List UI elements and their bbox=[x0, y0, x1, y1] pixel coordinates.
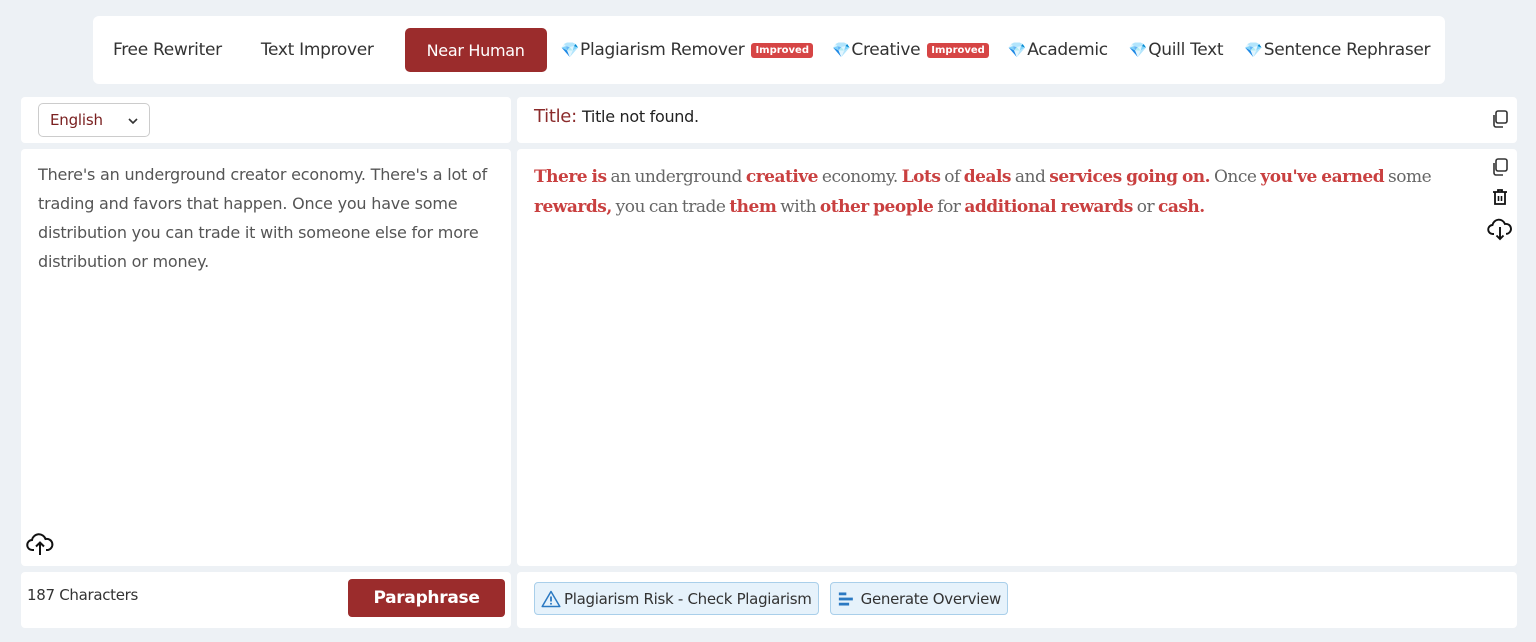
generate-overview-button[interactable]: Generate Overview bbox=[830, 582, 1008, 615]
improved-badge: Improved bbox=[927, 42, 989, 58]
chevron-down-icon bbox=[128, 118, 138, 125]
tab-quill-text[interactable]: 💎 Quill Text bbox=[1129, 40, 1224, 60]
copy-icon[interactable] bbox=[1490, 109, 1510, 129]
unchanged-phrase: and bbox=[1011, 167, 1050, 187]
copy-icon[interactable] bbox=[1490, 157, 1510, 177]
changed-phrase[interactable]: other people bbox=[820, 197, 934, 217]
language-value: English bbox=[50, 111, 103, 129]
unchanged-phrase: for bbox=[933, 197, 965, 217]
changed-phrase[interactable]: additional rewards bbox=[964, 197, 1133, 217]
check-plagiarism-button[interactable]: Plagiarism Risk - Check Plagiarism bbox=[534, 582, 819, 615]
changed-phrase[interactable]: services going on. bbox=[1049, 167, 1210, 187]
unchanged-phrase: of bbox=[940, 167, 964, 187]
tab-plagiarism-remover[interactable]: 💎 Plagiarism Remover Improved bbox=[561, 40, 813, 60]
unchanged-phrase: with bbox=[776, 197, 820, 217]
tab-label: Quill Text bbox=[1148, 40, 1224, 60]
language-select[interactable]: English bbox=[38, 103, 150, 137]
unchanged-phrase: Once bbox=[1210, 167, 1261, 187]
tab-label: Text Improver bbox=[260, 40, 374, 60]
cloud-download-icon[interactable] bbox=[1487, 217, 1513, 241]
tab-creative[interactable]: 💎 Creative Improved bbox=[832, 40, 989, 60]
paraphrase-button[interactable]: Paraphrase bbox=[348, 579, 505, 617]
generate-overview-label: Generate Overview bbox=[860, 589, 1002, 608]
gem-icon: 💎 bbox=[560, 41, 580, 59]
gem-icon: 💎 bbox=[1244, 41, 1263, 59]
align-left-icon bbox=[838, 591, 853, 606]
gem-icon: 💎 bbox=[1007, 41, 1027, 59]
unchanged-phrase: you can trade bbox=[611, 197, 730, 217]
tab-near-human[interactable]: Near Human bbox=[404, 28, 547, 72]
changed-phrase[interactable]: deals bbox=[964, 167, 1012, 187]
input-textarea[interactable]: There's an underground creator economy. … bbox=[38, 160, 500, 276]
gem-icon: 💎 bbox=[1128, 41, 1148, 59]
mode-tabs: Free Rewriter Text Improver Near Human 💎… bbox=[93, 16, 1445, 84]
changed-phrase[interactable]: creative bbox=[746, 167, 819, 187]
unchanged-phrase: an underground bbox=[606, 167, 746, 187]
character-count: 187 Characters bbox=[27, 586, 139, 604]
tab-label: Academic bbox=[1027, 40, 1108, 60]
title-row: Title: Title not found. bbox=[534, 106, 699, 127]
check-plagiarism-label: Plagiarism Risk - Check Plagiarism bbox=[564, 589, 812, 608]
changed-phrase[interactable]: There is bbox=[534, 167, 607, 187]
tab-text-improver[interactable]: Text Improver bbox=[261, 40, 374, 60]
title-value: Title not found. bbox=[581, 107, 699, 126]
title-label: Title: bbox=[534, 106, 577, 127]
tab-label: Creative bbox=[851, 40, 921, 60]
tab-academic[interactable]: 💎 Academic bbox=[1008, 40, 1108, 60]
tab-label: Free Rewriter bbox=[113, 40, 222, 60]
unchanged-phrase: economy. bbox=[818, 167, 902, 187]
unchanged-phrase: or bbox=[1132, 197, 1158, 217]
output-text: There is an underground creative economy… bbox=[534, 162, 1464, 222]
tab-sentence-rephraser[interactable]: 💎 Sentence Rephraser bbox=[1244, 40, 1430, 60]
improved-badge: Improved bbox=[751, 42, 813, 58]
changed-phrase[interactable]: rewards, bbox=[534, 197, 612, 217]
tab-label: Near Human bbox=[426, 40, 525, 60]
changed-phrase[interactable]: you've earned bbox=[1260, 167, 1384, 187]
gem-icon: 💎 bbox=[832, 41, 851, 59]
tab-free-rewriter[interactable]: Free Rewriter bbox=[113, 40, 222, 60]
changed-phrase[interactable]: them bbox=[729, 197, 777, 217]
tab-label: Sentence Rephraser bbox=[1263, 40, 1431, 60]
changed-phrase[interactable]: cash. bbox=[1158, 197, 1205, 217]
warning-icon bbox=[541, 590, 561, 607]
trash-icon[interactable] bbox=[1490, 187, 1510, 207]
changed-phrase[interactable]: Lots bbox=[902, 167, 941, 187]
tab-label: Plagiarism Remover bbox=[580, 40, 745, 60]
unchanged-phrase: some bbox=[1384, 167, 1432, 187]
cloud-upload-icon[interactable] bbox=[26, 531, 54, 557]
